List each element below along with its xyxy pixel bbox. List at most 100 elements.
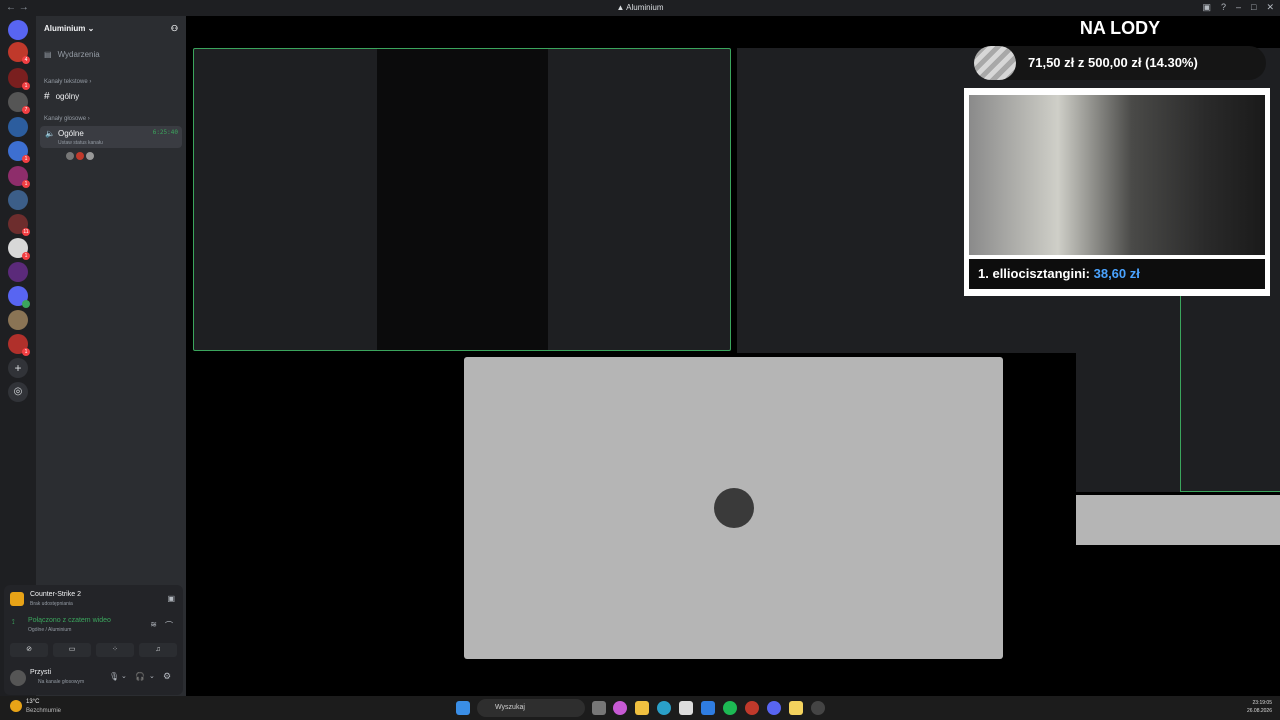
mention-badge: 7: [22, 106, 30, 114]
server-icon[interactable]: 4: [8, 42, 30, 64]
window-title-text: Aluminium: [626, 3, 664, 12]
video-tile-speaking[interactable]: [193, 48, 731, 351]
category-voice-channels[interactable]: Kanały głosowe ›: [36, 116, 186, 122]
camera-off-button[interactable]: ⊘: [10, 643, 48, 657]
soundboard-button[interactable]: ♫: [139, 643, 177, 657]
server-icon[interactable]: 1: [8, 141, 30, 163]
server-icon[interactable]: 1: [8, 334, 30, 356]
overlay-title: NA LODY: [1079, 18, 1161, 38]
connection-location[interactable]: Ogólne / Aluminium: [28, 627, 71, 633]
voice-channel-ogolne[interactable]: 🔈 Ogólne 6:25:40 Ustaw status kanału: [40, 126, 182, 148]
activity-row: Counter-Strike 2 Brak udostępniania ▣: [10, 591, 177, 611]
user-panel: Przysti Na kanale głosowym 🎙 ⌄ 🎧 ⌄ ⚙: [4, 664, 183, 692]
channel-item-ogolny[interactable]: # ogólny: [36, 91, 186, 102]
clock-date: 26.08.2026: [1246, 708, 1272, 714]
home-button[interactable]: [8, 20, 28, 40]
user-status: Na kanale głosowym: [38, 679, 85, 685]
webcam-overlay: 1. elliocisztangini: 38,60 zł: [964, 88, 1270, 296]
server-icon[interactable]: [8, 190, 28, 210]
server-icon[interactable]: [8, 310, 28, 330]
invite-icon[interactable]: ⚇: [171, 24, 178, 33]
goal-progress-knob: [974, 46, 1016, 80]
disconnect-icon[interactable]: ⌒: [165, 620, 173, 631]
mention-badge: 1: [22, 155, 30, 163]
mic-icon[interactable]: 🎙: [109, 672, 119, 681]
category-text-channels[interactable]: Kanały tekstowe ›: [36, 79, 186, 85]
video-tile-no-camera[interactable]: [464, 357, 1003, 659]
screen-share-icon[interactable]: ▣: [167, 594, 175, 603]
voice-timer: 6:25:40: [152, 129, 178, 136]
discord-icon[interactable]: [767, 701, 781, 715]
mail-icon[interactable]: [701, 701, 715, 715]
signal-icon: ⟟: [12, 619, 15, 626]
mention-badge: 4: [22, 56, 30, 64]
spotify-icon[interactable]: [723, 701, 737, 715]
file-explorer-icon[interactable]: [635, 701, 649, 715]
app-icon[interactable]: [811, 701, 825, 715]
mention-badge: 1: [22, 82, 30, 90]
window-title: ▲ Aluminium: [0, 3, 1280, 12]
discover-icon[interactable]: ◎: [8, 382, 28, 402]
noise-suppression-icon[interactable]: ≋: [150, 620, 157, 629]
inbox-icon[interactable]: ▣: [1202, 2, 1211, 13]
goal-text: 71,50 zł z 500,00 zł (14.30%): [1028, 55, 1198, 70]
help-icon[interactable]: ?: [1221, 2, 1226, 13]
close-button[interactable]: ✕: [1266, 2, 1274, 13]
mention-badge: 1: [22, 252, 30, 260]
server-header[interactable]: Aluminium ⌄ ⚇: [36, 16, 186, 40]
search-placeholder: Wyszukaj: [495, 704, 525, 711]
clock-time: 23:19:05: [1252, 700, 1272, 706]
server-icon[interactable]: [8, 117, 28, 137]
voice-actions: ⊘ ▭ ⁘ ♫: [10, 643, 177, 657]
category-label: Kanały tekstowe: [44, 79, 88, 85]
avatar[interactable]: [76, 152, 84, 160]
server-icon[interactable]: [8, 262, 28, 282]
opera-icon[interactable]: [745, 701, 759, 715]
events-item[interactable]: ▤ Wydarzenia: [36, 50, 186, 59]
server-icon[interactable]: 1: [8, 238, 30, 260]
voice-participants: [66, 152, 186, 160]
channel-name: ogólny: [55, 92, 80, 101]
connection-row: ⟟ Połączono z czatem wideo Ogólne / Alum…: [10, 617, 177, 637]
video-tile[interactable]: [1180, 296, 1280, 492]
channel-status-input[interactable]: Ustaw status kanału: [58, 140, 103, 146]
connection-status[interactable]: Połączono z czatem wideo: [28, 617, 111, 624]
server-name: Aluminium: [44, 23, 86, 33]
system-tray[interactable]: 23:19:05 26.08.2026: [1247, 699, 1272, 715]
server-icon[interactable]: 7: [8, 92, 30, 114]
donor-name: elliocisztangini:: [992, 266, 1090, 281]
add-server-icon[interactable]: +: [8, 358, 28, 378]
video-feed: [377, 49, 548, 350]
hash-icon: #: [44, 91, 50, 102]
edge-icon[interactable]: [657, 701, 671, 715]
window-titlebar: ← → ▲ Aluminium ▣ ? – □ ✕: [0, 0, 1280, 16]
server-icon[interactable]: [8, 286, 30, 308]
headphones-icon[interactable]: 🎧: [135, 672, 145, 681]
avatar[interactable]: [86, 152, 94, 160]
calendar-icon: ▤: [44, 50, 52, 59]
notes-icon[interactable]: [789, 701, 803, 715]
weather-icon[interactable]: [10, 700, 22, 712]
donation-goal-bar: 71,50 zł z 500,00 zł (14.30%): [974, 46, 1266, 80]
share-screen-button[interactable]: ▭: [53, 643, 91, 657]
webcam-feed: [969, 95, 1265, 255]
activities-button[interactable]: ⁘: [96, 643, 134, 657]
avatar[interactable]: [10, 670, 26, 686]
chevron-down-icon[interactable]: ⌄: [121, 672, 127, 680]
copilot-icon[interactable]: [613, 701, 627, 715]
server-icon[interactable]: 11: [8, 214, 30, 236]
events-label: Wydarzenia: [57, 50, 100, 59]
avatar[interactable]: [66, 152, 74, 160]
video-tile[interactable]: [1076, 495, 1280, 545]
store-icon[interactable]: [679, 701, 693, 715]
task-view-icon[interactable]: [592, 701, 606, 715]
minimize-button[interactable]: –: [1236, 2, 1241, 13]
search-input[interactable]: Wyszukaj: [477, 699, 585, 717]
server-icon[interactable]: 1: [8, 68, 30, 90]
user-name[interactable]: Przysti: [30, 669, 51, 676]
gear-icon[interactable]: ⚙: [163, 671, 171, 682]
maximize-button[interactable]: □: [1251, 2, 1256, 13]
server-icon[interactable]: 1: [8, 166, 30, 188]
chevron-down-icon[interactable]: ⌄: [149, 672, 155, 680]
start-icon[interactable]: [456, 701, 470, 715]
